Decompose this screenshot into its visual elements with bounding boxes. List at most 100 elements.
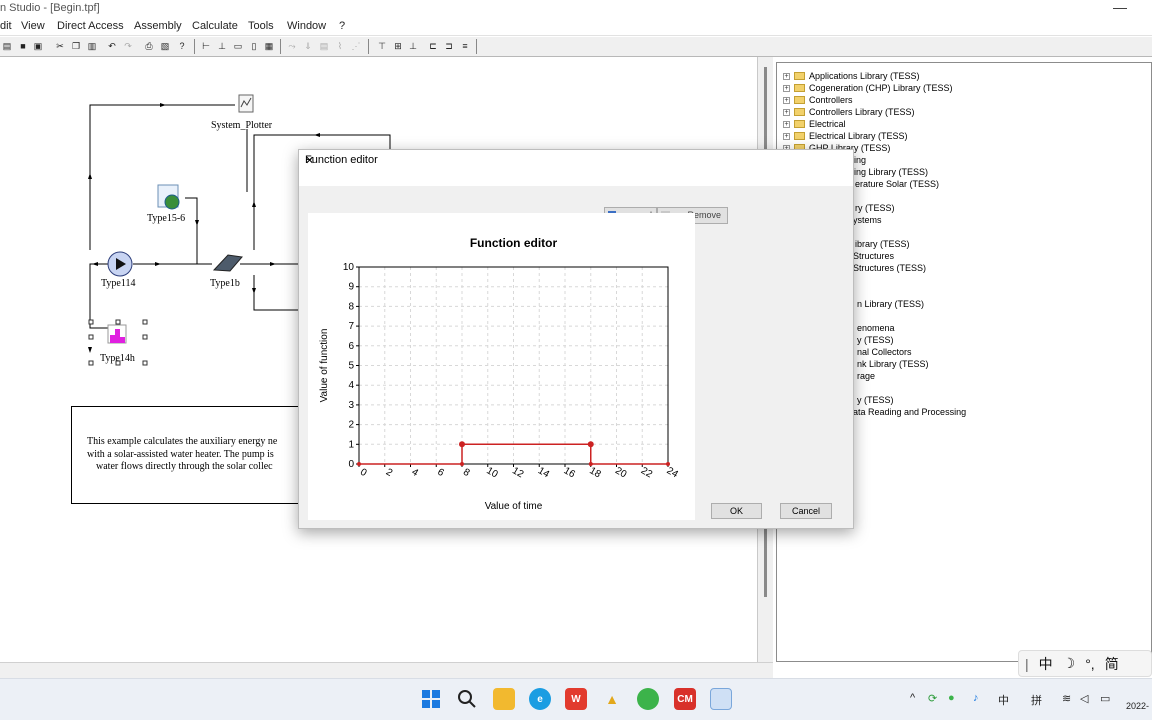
pump-label[interactable]: Type114	[101, 278, 135, 289]
collector-icon[interactable]	[212, 254, 243, 272]
expand-icon[interactable]: +	[783, 96, 790, 104]
tree-item-partial[interactable]: ata Reading and Processing	[853, 406, 966, 418]
cm-app-icon[interactable]: CM	[674, 688, 696, 710]
expand-icon[interactable]: +	[783, 120, 790, 128]
description-box[interactable]: This example calculates the auxiliary en…	[71, 406, 331, 504]
save-icon[interactable]: ■	[18, 40, 28, 52]
tree-item-electrical-tess[interactable]: + Electrical Library (TESS)	[783, 130, 908, 142]
plotter-icon[interactable]	[238, 94, 254, 113]
table-icon[interactable]: ▤	[319, 40, 329, 52]
help-icon[interactable]: ?	[177, 40, 187, 52]
tree-item-partial[interactable]: rage	[857, 370, 875, 382]
menu-window[interactable]: Window	[287, 20, 326, 32]
tree-item-partial[interactable]: ibrary (TESS)	[855, 238, 910, 250]
route-icon[interactable]: ⋰	[351, 40, 361, 52]
tree-item-applications[interactable]: + Applications Library (TESS)	[783, 70, 920, 82]
menu-tools[interactable]: Tools	[248, 20, 274, 32]
edge-browser-icon[interactable]: e	[529, 688, 551, 710]
tree-item-partial[interactable]: pling Library (TESS)	[847, 166, 928, 178]
wechat-icon[interactable]	[637, 688, 659, 710]
wechat-tray-icon[interactable]: ●	[948, 692, 955, 704]
print-preview-icon[interactable]: ▧	[160, 40, 170, 52]
trnsys-app-icon[interactable]	[710, 688, 732, 710]
ime-grip-icon[interactable]: |	[1025, 656, 1029, 672]
plotter-label[interactable]: System_Plotter	[211, 120, 272, 131]
ime-simplified[interactable]: 简	[1105, 654, 1119, 674]
menu-calculate[interactable]: Calculate	[192, 20, 238, 32]
save-all-icon[interactable]: ▣	[33, 40, 43, 52]
ok-button[interactable]: OK	[711, 503, 762, 519]
tree-item-controllers-tess[interactable]: + Controllers Library (TESS)	[783, 106, 915, 118]
ime-punctuation[interactable]: °,	[1085, 656, 1095, 672]
tree-item-cogeneration[interactable]: + Cogeneration (CHP) Library (TESS)	[783, 82, 953, 94]
battery-icon[interactable]: ▭	[1100, 692, 1110, 705]
tree-item-partial[interactable]: Structures (TESS)	[853, 262, 926, 274]
type15-label[interactable]: Type15-6	[147, 213, 185, 224]
link-icon[interactable]: ⤳	[287, 40, 297, 52]
volume-icon[interactable]: ◁	[1080, 692, 1088, 705]
tree-item-partial[interactable]: y (TESS)	[857, 394, 894, 406]
tree-item-partial[interactable]: erature Solar (TESS)	[855, 178, 939, 190]
edit-link-icon[interactable]: ⌇	[335, 40, 345, 52]
ime-halfwidth-icon[interactable]: ☽	[1063, 655, 1076, 672]
function-chart-svg[interactable]: Function editor Value of time Value of fun…	[308, 213, 695, 520]
sync-icon[interactable]: ⟳	[928, 692, 937, 705]
align-v-icon[interactable]: ⊥	[217, 40, 227, 52]
paste-icon[interactable]: ▥	[87, 40, 97, 52]
size-width-icon[interactable]: ▭	[233, 40, 243, 52]
type14-label[interactable]: Type14h	[100, 353, 135, 364]
cut-icon[interactable]: ✂	[55, 40, 65, 52]
menu-view[interactable]: View	[21, 20, 45, 32]
tray-expand-icon[interactable]: ^	[910, 692, 915, 704]
clock[interactable]: 2022-	[1126, 701, 1149, 711]
tree-item-partial[interactable]: ystems	[853, 214, 882, 226]
tree-item-partial[interactable]: n Library (TESS)	[857, 298, 924, 310]
menu-edit[interactable]: dit	[0, 20, 12, 32]
expand-icon[interactable]: +	[783, 72, 790, 80]
open-icon[interactable]: ▤	[2, 40, 12, 52]
distribute-v-icon[interactable]: ⊐	[444, 40, 454, 52]
print-icon[interactable]: ⎙	[144, 40, 154, 52]
file-explorer-icon[interactable]	[493, 688, 515, 710]
app-icon[interactable]: ▲	[601, 688, 623, 710]
tree-item-electrical[interactable]: + Electrical	[783, 118, 846, 130]
undo-icon[interactable]: ↶	[107, 40, 117, 52]
tree-item-partial[interactable]: enomena	[857, 322, 895, 334]
microphone-icon[interactable]: ♪	[973, 692, 979, 704]
size-both-icon[interactable]: ▦	[264, 40, 274, 52]
expand-icon[interactable]: +	[783, 84, 790, 92]
order-icon[interactable]: ≡	[460, 40, 470, 52]
align-top-icon[interactable]: ⊤	[377, 40, 387, 52]
align-bottom-icon[interactable]: ⊥	[408, 40, 418, 52]
arrow-down-icon[interactable]: ⇓	[303, 40, 313, 52]
ime-tray-chinese[interactable]: 中	[998, 692, 1009, 708]
copy-icon[interactable]: ❐	[71, 40, 81, 52]
tree-item-partial[interactable]: y (TESS)	[857, 334, 894, 346]
expand-icon[interactable]: +	[783, 132, 790, 140]
menu-help[interactable]: ?	[339, 20, 345, 32]
distribute-h-icon[interactable]: ⊏	[428, 40, 438, 52]
wps-office-icon[interactable]: W	[565, 688, 587, 710]
close-button[interactable]: ✕	[305, 154, 314, 167]
forcing-function-icon[interactable]	[107, 324, 127, 344]
wifi-icon[interactable]: ≋	[1062, 692, 1071, 705]
tree-item-partial[interactable]: ry (TESS)	[855, 202, 895, 214]
ime-tray-pinyin[interactable]: 拼	[1031, 692, 1042, 708]
pump-icon[interactable]	[107, 251, 133, 277]
minimize-button[interactable]: —	[1112, 0, 1128, 16]
menu-assembly[interactable]: Assembly	[134, 20, 182, 32]
cancel-button[interactable]: Cancel	[780, 503, 832, 519]
collector-label[interactable]: Type1b	[210, 278, 240, 289]
windows-start-icon[interactable]	[420, 688, 442, 710]
weather-icon[interactable]	[157, 184, 180, 210]
canvas-horizontal-scrollbar[interactable]	[0, 662, 773, 678]
redo-icon[interactable]: ↷	[123, 40, 133, 52]
ime-mode-chinese[interactable]: 中	[1039, 654, 1053, 674]
tree-item-controllers[interactable]: + Controllers	[783, 94, 853, 106]
align-middle-icon[interactable]: ⊞	[393, 40, 403, 52]
align-h-icon[interactable]: ⊢	[201, 40, 211, 52]
search-icon[interactable]	[456, 688, 478, 710]
expand-icon[interactable]: +	[783, 108, 790, 116]
size-height-icon[interactable]: ▯	[249, 40, 259, 52]
function-chart[interactable]: Function editor Value of time Value of fun…	[308, 213, 695, 520]
